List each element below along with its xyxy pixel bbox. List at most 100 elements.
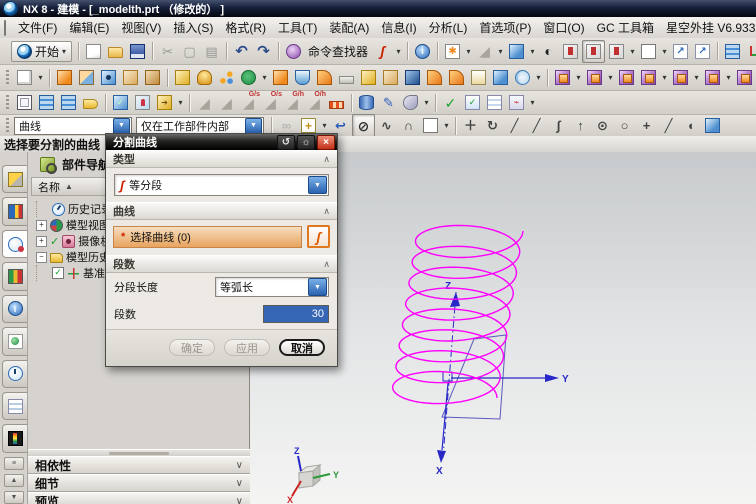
combo-drop-icon[interactable]: ▼ bbox=[308, 176, 327, 194]
pocket-icon[interactable] bbox=[142, 67, 163, 88]
layer-stack2-icon[interactable] bbox=[58, 92, 79, 113]
dropdown-caret[interactable]: ▾ bbox=[534, 67, 543, 88]
snap-curve-icon[interactable]: ∫ bbox=[548, 115, 569, 136]
ruler-icon[interactable] bbox=[326, 92, 347, 113]
snap-arrow-icon[interactable]: ↑ bbox=[570, 115, 591, 136]
check-part-icon[interactable] bbox=[462, 92, 483, 113]
boss-icon[interactable] bbox=[120, 67, 141, 88]
menu-item-13[interactable]: 星空外挂 V6.933F bbox=[660, 17, 756, 38]
feature-delete-icon[interactable] bbox=[616, 67, 637, 88]
work-view-cube-icon[interactable] bbox=[702, 115, 723, 136]
snap-free2-icon[interactable]: ◢ bbox=[216, 92, 237, 113]
dialog-options-icon[interactable]: ☼ bbox=[297, 134, 315, 150]
section-edit-icon[interactable] bbox=[606, 41, 627, 62]
menu-item-10[interactable]: 首选项(P) bbox=[473, 17, 537, 38]
segment-length-combo[interactable]: 等弧长 ▼ bbox=[215, 277, 329, 297]
menu-item-1[interactable]: 文件(F) bbox=[12, 17, 63, 38]
snap-center-icon[interactable]: ⊙ bbox=[592, 115, 613, 136]
menu-item-3[interactable]: 视图(V) bbox=[115, 17, 167, 38]
curve-section-header[interactable]: 曲线 ∧ bbox=[106, 202, 337, 220]
dropdown-caret[interactable]: ▾ bbox=[422, 92, 431, 113]
window-arrow-icon[interactable] bbox=[670, 41, 691, 62]
history-tab[interactable] bbox=[2, 359, 27, 388]
export-model-icon[interactable] bbox=[154, 92, 175, 113]
dialog-reset-icon[interactable]: ↺ bbox=[277, 134, 295, 150]
internet-explorer-tab[interactable] bbox=[2, 327, 27, 356]
snap-line-icon[interactable]: ╱ bbox=[504, 115, 525, 136]
sheet-icon[interactable] bbox=[336, 67, 357, 88]
feature-warn-icon[interactable] bbox=[584, 67, 605, 88]
command-finder-icon[interactable] bbox=[283, 41, 304, 62]
snap-gs-icon[interactable]: ◢ G/s bbox=[238, 91, 260, 113]
sketch-icon[interactable] bbox=[14, 67, 35, 88]
save-icon[interactable] bbox=[127, 41, 148, 62]
box-open-icon[interactable] bbox=[468, 67, 489, 88]
dialog-title-bar[interactable]: 分割曲线 ↺ ☼ × bbox=[106, 134, 337, 150]
snap-slash-icon[interactable]: ╱ bbox=[658, 115, 679, 136]
render-style-icon[interactable]: ◐ bbox=[538, 41, 559, 62]
expand-plus-icon[interactable]: + bbox=[36, 219, 47, 231]
reuse-library-tab[interactable] bbox=[2, 262, 27, 291]
snap-move-icon[interactable]: ＋ bbox=[460, 115, 481, 136]
snap-gh-icon[interactable]: ◢ G/h bbox=[282, 91, 304, 113]
dropdown-caret[interactable]: ▾ bbox=[260, 67, 269, 88]
select-curve-row[interactable]: * 选择曲线 (0) bbox=[113, 225, 302, 248]
menu-item-6[interactable]: 工具(T) bbox=[272, 17, 323, 38]
dropdown-caret[interactable]: ▾ bbox=[528, 41, 537, 62]
clip-section-icon[interactable] bbox=[582, 39, 606, 63]
expand-chevron-icon[interactable]: ∨ bbox=[236, 478, 243, 489]
dialog-close-icon[interactable]: × bbox=[317, 134, 335, 150]
pen-icon[interactable]: ✎ bbox=[378, 92, 399, 113]
hole-icon[interactable] bbox=[98, 67, 119, 88]
hd3d-tool-tab[interactable] bbox=[2, 294, 27, 324]
sort-ascending-icon[interactable]: ▲ bbox=[65, 182, 73, 191]
snapshot-icon[interactable]: ◢ bbox=[474, 41, 495, 62]
block-icon[interactable] bbox=[402, 67, 423, 88]
no-selection-filter-icon[interactable]: ⊘ bbox=[352, 114, 375, 137]
new-file-icon[interactable] bbox=[83, 41, 104, 62]
tab-scroll-up[interactable]: ▲ bbox=[4, 473, 24, 487]
dropdown-caret[interactable]: ▾ bbox=[660, 41, 669, 62]
spline-tool-icon[interactable]: ʃ bbox=[372, 41, 393, 62]
point-set-icon[interactable] bbox=[216, 67, 237, 88]
flange-icon[interactable] bbox=[358, 67, 379, 88]
snap-point-icon[interactable]: + bbox=[636, 115, 657, 136]
scope-combo[interactable]: 仅在工作部件内部 ▼ bbox=[136, 116, 264, 135]
color-palette-tab[interactable] bbox=[2, 424, 27, 453]
info-window-icon[interactable] bbox=[412, 41, 433, 62]
dropdown-caret[interactable]: ▾ bbox=[394, 41, 403, 62]
type-combo[interactable]: ʃ 等分段 ▼ bbox=[114, 174, 329, 196]
segments-section-header[interactable]: 段数 ∧ bbox=[106, 255, 337, 273]
dependencies-panel[interactable]: 相依性 ∨ bbox=[28, 456, 250, 474]
extrude-icon[interactable] bbox=[54, 67, 75, 88]
feature-dim-icon[interactable] bbox=[702, 67, 723, 88]
expand-plus-icon[interactable]: + bbox=[36, 235, 47, 247]
tab-scroll-down[interactable]: ▼ bbox=[4, 490, 24, 504]
collapse-chevron-icon[interactable]: ∧ bbox=[323, 154, 330, 165]
redo-icon[interactable]: ↷ bbox=[253, 41, 274, 62]
details-panel[interactable]: 细节 ∨ bbox=[28, 474, 250, 492]
shell-icon[interactable] bbox=[292, 67, 313, 88]
blank-view-icon[interactable] bbox=[638, 41, 659, 62]
curve-select-button[interactable]: ʃ bbox=[307, 225, 330, 248]
dropdown-caret[interactable]: ▾ bbox=[442, 115, 451, 136]
layer-stack-icon[interactable] bbox=[36, 92, 57, 113]
dropdown-caret[interactable]: ▾ bbox=[464, 41, 473, 62]
dropdown-caret[interactable]: ▾ bbox=[574, 67, 583, 88]
system-menu-icon[interactable] bbox=[4, 19, 6, 36]
bend2-icon[interactable] bbox=[424, 67, 445, 88]
pad-icon[interactable] bbox=[172, 67, 193, 88]
menu-item-8[interactable]: 信息(I) bbox=[375, 17, 422, 38]
curve-rule-icon[interactable]: ∿ bbox=[376, 115, 397, 136]
sweep-icon[interactable] bbox=[194, 67, 215, 88]
pin-model-icon[interactable] bbox=[132, 92, 153, 113]
dropdown-caret[interactable]: ▾ bbox=[528, 92, 537, 113]
feature-move-icon[interactable] bbox=[638, 67, 659, 88]
feature-label-icon[interactable] bbox=[734, 67, 755, 88]
dropdown-caret[interactable]: ▾ bbox=[496, 41, 505, 62]
cancel-button[interactable]: 取消 bbox=[279, 339, 325, 356]
menu-item-11[interactable]: 窗口(O) bbox=[537, 17, 590, 38]
start-button[interactable]: 开始 ▾ bbox=[11, 40, 73, 62]
section-view-icon[interactable] bbox=[560, 41, 581, 62]
open-file-icon[interactable] bbox=[105, 41, 126, 62]
